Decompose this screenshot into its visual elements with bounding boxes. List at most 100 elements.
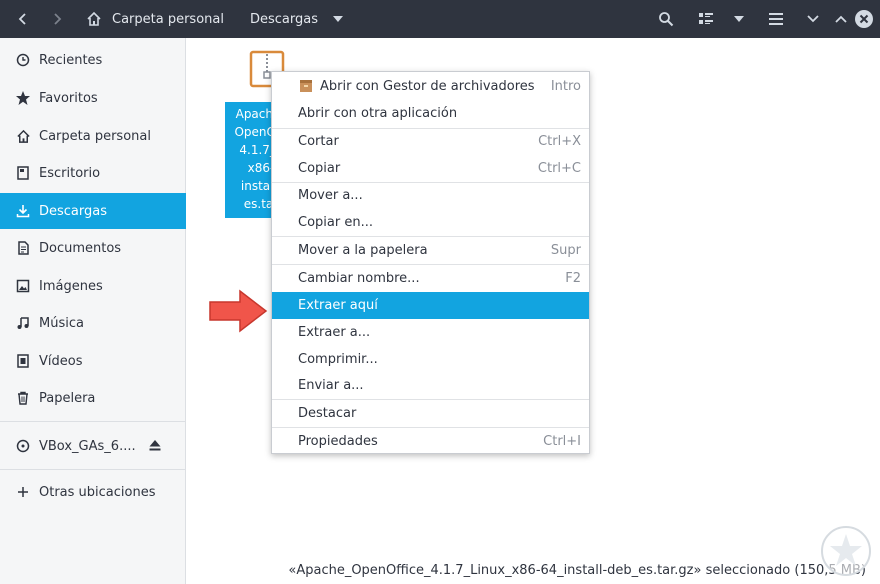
menu-item-label: Extraer aquí [298,298,378,313]
sidebar-item-carpeta-personal[interactable]: Carpeta personal [0,118,186,154]
chevron-left-icon [18,13,26,25]
chevron-down-icon [807,15,819,23]
trash-icon [15,390,31,406]
sidebar-item-label: Recientes [39,52,103,68]
sidebar-item-device[interactable]: VBox_GAs_6.... [0,428,186,464]
header-bar: Carpeta personal Descargas [0,0,880,38]
menu-item-label: Comprimir... [298,352,378,367]
menu-button[interactable] [762,0,790,38]
sidebar-item-label: Otras ubicaciones [39,484,156,500]
maximize-button[interactable] [832,0,850,38]
breadcrumb-home[interactable]: Carpeta personal [86,0,234,38]
sidebar-item-videos[interactable]: Vídeos [0,343,186,379]
breadcrumb-current[interactable]: Descargas [240,0,344,38]
menu-item-shortcut: F2 [565,271,581,286]
menu-item-star[interactable]: Destacar [272,400,589,427]
breadcrumb-home-label: Carpeta personal [112,11,224,27]
menu-item-move-to-trash[interactable]: Mover a la papelera Supr [272,237,589,264]
sidebar-item-documentos[interactable]: Documentos [0,230,186,266]
back-button[interactable] [10,0,36,38]
download-icon [15,203,31,219]
menu-item-label: Abrir con otra aplicación [298,106,458,121]
sidebar-item-otras-ubicaciones[interactable]: Otras ubicaciones [0,474,186,510]
hamburger-icon [769,13,783,25]
sidebar-item-recientes[interactable]: Recientes [0,42,186,78]
menu-item-extract-here[interactable]: Extraer aquí [272,292,589,319]
caret-down-icon [333,16,344,22]
menu-item-shortcut: Ctrl+C [537,161,581,176]
music-icon [15,315,31,331]
menu-item-label: Copiar en... [298,215,373,230]
menu-item-extract-to[interactable]: Extraer a... [272,319,589,346]
star-icon [15,90,31,106]
sidebar-item-papelera[interactable]: Papelera [0,380,186,416]
menu-item-shortcut: Intro [550,79,581,94]
menu-item-label: Cortar [298,134,339,149]
sidebar: Recientes Favoritos Carpeta personal Esc… [0,38,186,584]
sidebar-item-imagenes[interactable]: Imágenes [0,268,186,304]
sidebar-item-descargas[interactable]: Descargas [0,193,186,229]
status-bar: «Apache_OpenOffice_4.1.7_Linux_x86-64_in… [187,556,880,584]
caret-down-icon [734,16,744,22]
menu-item-send-to[interactable]: Enviar a... [272,372,589,399]
sidebar-separator [0,421,186,422]
view-list-button[interactable] [692,0,720,38]
menu-item-label: Mover a la papelera [298,243,428,258]
sidebar-item-label: Carpeta personal [39,128,151,144]
menu-item-label: Extraer a... [298,325,371,340]
menu-item-label: Copiar [298,161,341,176]
list-view-icon [699,13,713,24]
sidebar-item-label: Música [39,315,84,331]
sidebar-item-label: Vídeos [39,353,83,369]
menu-item-label: Cambiar nombre... [298,271,420,286]
eject-icon[interactable] [148,438,164,454]
plus-icon [15,484,31,500]
sidebar-item-label: VBox_GAs_6.... [39,438,136,454]
chevron-up-icon [835,15,847,23]
menu-item-open-with[interactable]: Abrir con otra aplicación [272,100,589,127]
drive-icon [15,438,31,454]
menu-item-label: Destacar [298,406,357,421]
close-icon [855,10,873,28]
forward-button[interactable] [44,0,70,38]
minimize-button[interactable] [800,0,826,38]
menu-item-label: Abrir con Gestor de archivadores [320,79,535,94]
sidebar-item-escritorio[interactable]: Escritorio [0,155,186,191]
breadcrumb-current-label: Descargas [250,11,319,27]
sidebar-item-favoritos[interactable]: Favoritos [0,80,186,116]
menu-item-open-archive-manager[interactable]: Abrir con Gestor de archivadores Intro [272,73,589,100]
search-button[interactable] [652,0,680,38]
sidebar-item-label: Escritorio [39,165,101,181]
document-icon [15,240,31,256]
menu-item-shortcut: Supr [550,243,581,258]
menu-item-rename[interactable]: Cambiar nombre... F2 [272,265,589,292]
context-menu: Abrir con Gestor de archivadores Intro A… [271,71,590,454]
menu-item-copy-to[interactable]: Copiar en... [272,209,589,236]
search-icon [659,12,674,27]
red-arrow-icon [208,289,268,333]
menu-item-compress[interactable]: Comprimir... [272,346,589,373]
video-icon [15,353,31,369]
close-button[interactable] [852,0,876,38]
menu-item-shortcut: Ctrl+X [538,134,581,149]
desktop-icon [15,165,31,181]
menu-item-properties[interactable]: Propiedades Ctrl+I [272,428,589,455]
status-text: «Apache_OpenOffice_4.1.7_Linux_x86-64_in… [288,562,866,578]
sidebar-item-label: Favoritos [39,90,98,106]
menu-item-label: Enviar a... [298,378,364,393]
home-icon [87,11,101,26]
menu-item-copy[interactable]: Copiar Ctrl+C [272,155,589,182]
sidebar-separator [0,469,186,470]
menu-item-move-to[interactable]: Mover a... [272,182,589,209]
menu-item-shortcut: Ctrl+I [543,434,581,449]
sidebar-item-musica[interactable]: Música [0,305,186,341]
home-icon [15,128,31,144]
clock-icon [15,52,31,68]
menu-item-cut[interactable]: Cortar Ctrl+X [272,128,589,155]
view-options-button[interactable] [726,0,752,38]
image-icon [15,278,31,294]
watermark-logo [818,524,874,578]
sidebar-item-label: Descargas [39,203,108,219]
sidebar-item-label: Documentos [39,240,122,256]
menu-item-label: Mover a... [298,188,363,203]
